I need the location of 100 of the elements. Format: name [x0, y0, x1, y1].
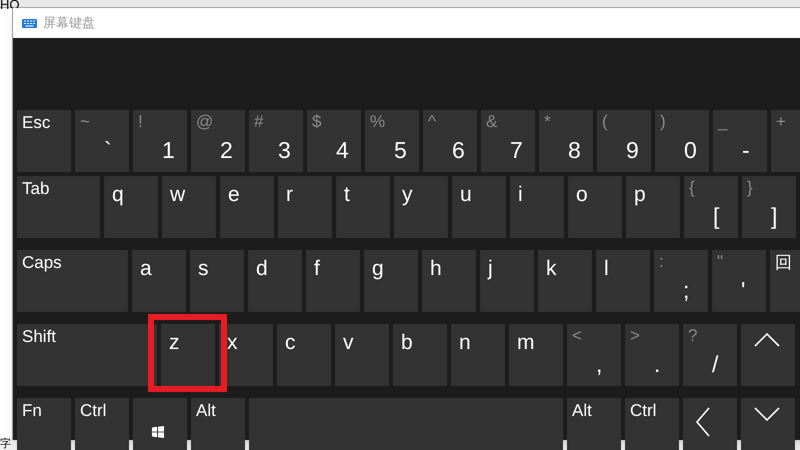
key-symbol: ` [104, 136, 112, 164]
keyboard-icon [22, 18, 37, 28]
key[interactable]: l [596, 250, 650, 312]
arrow-key[interactable] [683, 398, 737, 450]
key[interactable]: " ' [712, 250, 766, 312]
key[interactable]: t [336, 176, 390, 238]
shift-symbol: ~ [80, 112, 90, 132]
key[interactable]: ) 0 [655, 110, 709, 172]
key[interactable]: y [394, 176, 448, 238]
shift-symbol: & [486, 112, 498, 132]
key[interactable]: a [132, 250, 186, 312]
key[interactable]: : ; [654, 250, 708, 312]
key[interactable]: + [771, 110, 800, 172]
shift-symbol: { [689, 178, 695, 198]
key[interactable]: ! 1 [133, 110, 187, 172]
shift-symbol: ^ [428, 112, 436, 132]
key[interactable]: q [104, 176, 158, 238]
key[interactable]: n [451, 324, 505, 386]
key[interactable]: r [278, 176, 332, 238]
windows-key[interactable] [133, 398, 187, 450]
key[interactable]: c [277, 324, 331, 386]
key-symbol: . [654, 350, 660, 378]
key-symbol: 2 [220, 136, 233, 164]
key[interactable]: ( 9 [597, 110, 651, 172]
key[interactable]: s [190, 250, 244, 312]
window-title: 屏幕键盘 [43, 14, 95, 32]
key[interactable]: Alt [567, 398, 621, 450]
key[interactable]: k [538, 250, 592, 312]
key-symbol: 4 [336, 136, 349, 164]
key[interactable]: Ctrl [75, 398, 129, 450]
key-symbol: 6 [452, 136, 465, 164]
shift-symbol: > [630, 326, 640, 346]
shift-symbol: # [254, 112, 264, 132]
key[interactable]: ? / [683, 324, 737, 386]
key[interactable]: Fn [17, 398, 71, 450]
key[interactable]: e [220, 176, 274, 238]
key[interactable]: * 8 [539, 110, 593, 172]
key[interactable]: 回 [770, 250, 800, 312]
key[interactable]: ^ 6 [423, 110, 477, 172]
key-symbol: 7 [510, 136, 523, 164]
key[interactable]: w [162, 176, 216, 238]
key[interactable]: { [ [684, 176, 738, 238]
key[interactable]: d [248, 250, 302, 312]
key[interactable]: v [335, 324, 389, 386]
key[interactable]: # 3 [249, 110, 303, 172]
key[interactable]: o [568, 176, 622, 238]
key[interactable]: j [480, 250, 534, 312]
shift-symbol: ? [688, 326, 698, 346]
key-symbol: ' [741, 276, 746, 304]
key[interactable]: & 7 [481, 110, 535, 172]
key[interactable]: Tab [17, 176, 100, 238]
key[interactable]: ~ ` [75, 110, 129, 172]
key[interactable]: Ctrl [625, 398, 679, 450]
shift-symbol: @ [196, 112, 214, 132]
shift-symbol: < [572, 326, 582, 346]
key[interactable]: m [509, 324, 563, 386]
key-symbol: ] [771, 202, 778, 230]
key[interactable]: f [306, 250, 360, 312]
key[interactable]: Caps [17, 250, 128, 312]
shift-symbol: $ [312, 112, 322, 132]
key[interactable]: b [393, 324, 447, 386]
key-symbol: 0 [684, 136, 697, 164]
key[interactable]: g [364, 250, 418, 312]
key-symbol: - [742, 136, 750, 164]
key[interactable]: Alt [191, 398, 245, 450]
key[interactable]: _ - [713, 110, 767, 172]
key-symbol: 3 [278, 136, 291, 164]
key-symbol: 8 [568, 136, 581, 164]
shift-symbol: } [747, 178, 753, 198]
key[interactable]: u [452, 176, 506, 238]
windows-logo-icon [152, 426, 164, 438]
key[interactable]: Shift [17, 324, 157, 386]
key[interactable]: p [626, 176, 680, 238]
key[interactable]: % 5 [365, 110, 419, 172]
key[interactable]: i [510, 176, 564, 238]
key[interactable]: $ 4 [307, 110, 361, 172]
key-symbol: 5 [394, 136, 407, 164]
key-symbol: 9 [626, 136, 639, 164]
shift-symbol: ! [138, 112, 143, 132]
shift-symbol: " [717, 252, 724, 272]
arrow-key[interactable] [741, 398, 795, 450]
key-symbol: 1 [162, 136, 175, 164]
shift-symbol: % [370, 112, 386, 132]
shift-symbol: ) [660, 112, 666, 132]
shift-symbol: _ [718, 112, 728, 132]
key-symbol: [ [713, 202, 720, 230]
shift-symbol: : [659, 252, 664, 272]
shift-symbol: + [776, 112, 786, 132]
key[interactable]: > . [625, 324, 679, 386]
shift-symbol: * [544, 112, 551, 132]
key[interactable]: @ 2 [191, 110, 245, 172]
key[interactable]: } ] [742, 176, 796, 238]
key-symbol: , [596, 350, 602, 378]
key[interactable]: Esc [17, 110, 71, 172]
key[interactable]: < , [567, 324, 621, 386]
key[interactable]: z [161, 324, 215, 386]
key-symbol: / [712, 350, 718, 378]
shift-symbol: ( [602, 112, 608, 132]
background-text: 字 [0, 438, 11, 450]
key[interactable]: h [422, 250, 476, 312]
